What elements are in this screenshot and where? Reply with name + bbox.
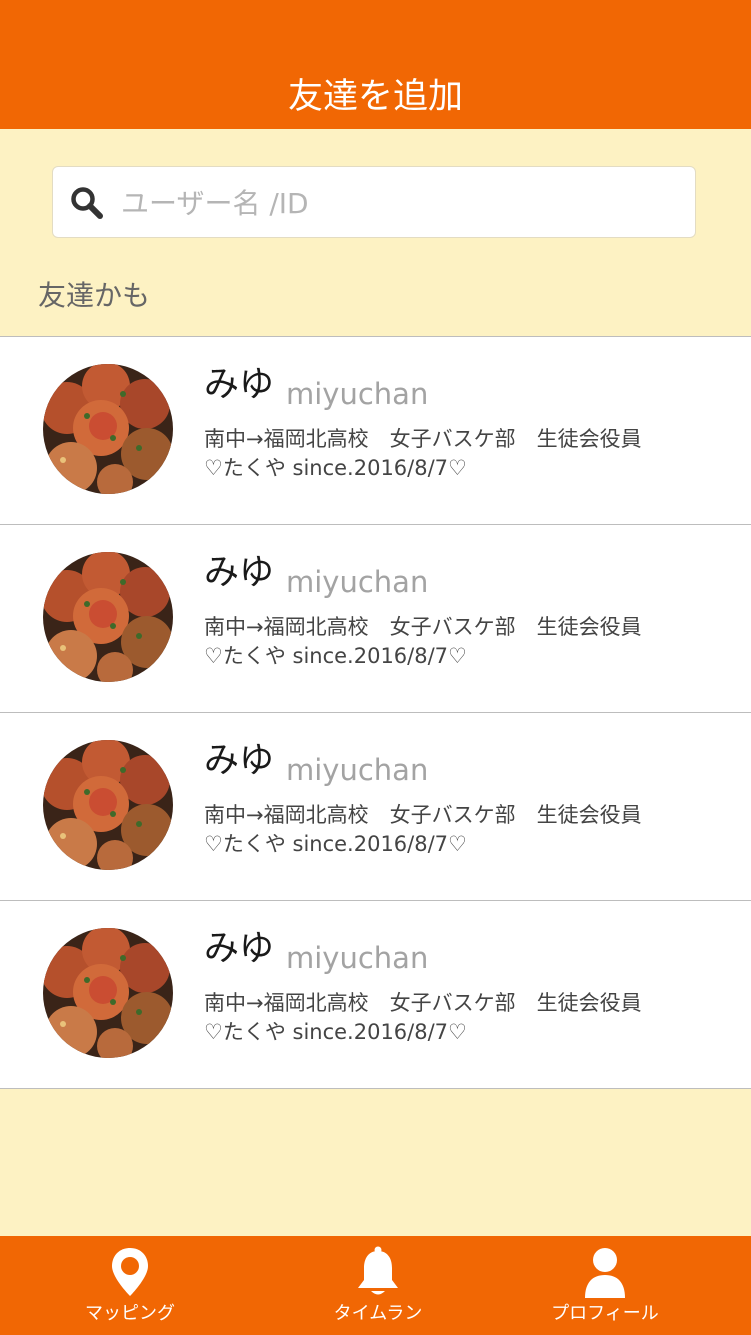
section-label: 友達かも bbox=[38, 279, 151, 312]
bottom-tab-bar: マッピング タイムラン プロフィール bbox=[0, 1236, 751, 1335]
bio-line: ♡たくや since.2016/8/7♡ bbox=[204, 832, 467, 856]
friend-bio: 南中→福岡北高校 女子バスケ部 生徒会役員 ♡たくや since.2016/8/… bbox=[204, 989, 724, 1047]
bio-line: ♡たくや since.2016/8/7♡ bbox=[204, 644, 467, 668]
friend-bio: 南中→福岡北高校 女子バスケ部 生徒会役員 ♡たくや since.2016/8/… bbox=[204, 613, 724, 671]
map-pin-icon bbox=[112, 1248, 148, 1296]
search-input[interactable] bbox=[119, 179, 683, 227]
bio-line: 南中→福岡北高校 女子バスケ部 生徒会役員 bbox=[204, 615, 642, 639]
list-item[interactable]: みゆ miyuchan 南中→福岡北高校 女子バスケ部 生徒会役員 ♡たくや s… bbox=[0, 713, 751, 901]
tab-profile[interactable]: プロフィール bbox=[515, 1236, 695, 1335]
search-icon bbox=[69, 185, 105, 221]
tab-label: タイムラン bbox=[333, 1303, 423, 1324]
avatar[interactable] bbox=[43, 928, 173, 1058]
friend-bio: 南中→福岡北高校 女子バスケ部 生徒会役員 ♡たくや since.2016/8/… bbox=[204, 425, 724, 483]
friend-user-id: miyuchan bbox=[286, 941, 429, 975]
suggestion-list: みゆ miyuchan 南中→福岡北高校 女子バスケ部 生徒会役員 ♡たくや s… bbox=[0, 336, 751, 1089]
friend-user-id: miyuchan bbox=[286, 753, 429, 787]
bio-line: 南中→福岡北高校 女子バスケ部 生徒会役員 bbox=[204, 427, 642, 451]
bell-icon bbox=[358, 1246, 398, 1295]
bio-line: ♡たくや since.2016/8/7♡ bbox=[204, 456, 467, 480]
friend-user-id: miyuchan bbox=[286, 565, 429, 599]
avatar[interactable] bbox=[43, 364, 173, 494]
bio-line: 南中→福岡北高校 女子バスケ部 生徒会役員 bbox=[204, 991, 642, 1015]
list-item[interactable]: みゆ miyuchan 南中→福岡北高校 女子バスケ部 生徒会役員 ♡たくや s… bbox=[0, 337, 751, 525]
friend-bio: 南中→福岡北高校 女子バスケ部 生徒会役員 ♡たくや since.2016/8/… bbox=[204, 801, 724, 859]
search-box[interactable] bbox=[52, 166, 696, 238]
avatar[interactable] bbox=[43, 740, 173, 870]
tab-label: マッピング bbox=[85, 1303, 175, 1324]
friend-user-id: miyuchan bbox=[286, 377, 429, 411]
avatar[interactable] bbox=[43, 552, 173, 682]
tab-label: プロフィール bbox=[551, 1303, 659, 1324]
app-header: 友達を追加 bbox=[0, 0, 751, 129]
bio-line: ♡たくや since.2016/8/7♡ bbox=[204, 1020, 467, 1044]
friend-name: みゆ bbox=[204, 553, 275, 593]
tab-mapping[interactable]: マッピング bbox=[40, 1236, 220, 1335]
tab-timeline[interactable]: タイムラン bbox=[288, 1236, 468, 1335]
page-title: 友達を追加 bbox=[287, 77, 463, 117]
friend-name: みゆ bbox=[204, 929, 275, 969]
bio-line: 南中→福岡北高校 女子バスケ部 生徒会役員 bbox=[204, 803, 642, 827]
list-item[interactable]: みゆ miyuchan 南中→福岡北高校 女子バスケ部 生徒会役員 ♡たくや s… bbox=[0, 901, 751, 1089]
person-icon bbox=[585, 1248, 625, 1298]
friend-name: みゆ bbox=[204, 741, 275, 781]
friend-name: みゆ bbox=[204, 365, 275, 405]
list-item[interactable]: みゆ miyuchan 南中→福岡北高校 女子バスケ部 生徒会役員 ♡たくや s… bbox=[0, 525, 751, 713]
